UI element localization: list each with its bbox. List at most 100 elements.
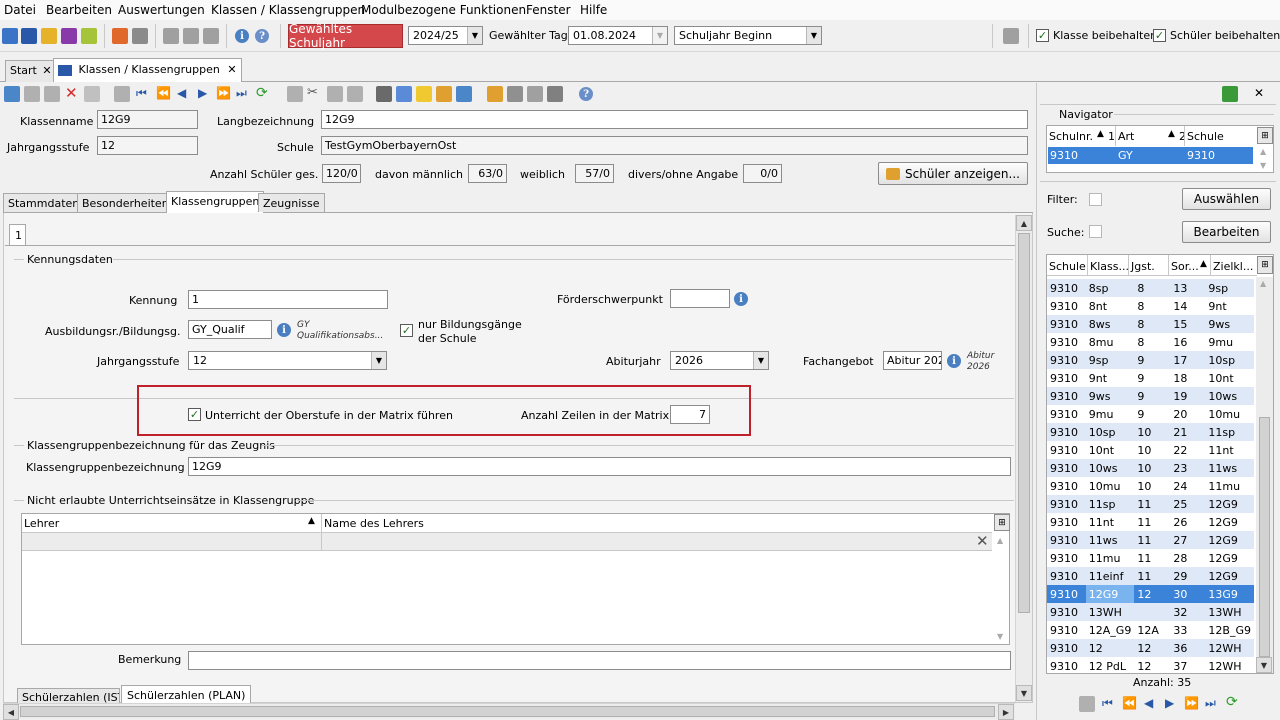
list-item[interactable]: 9310 9sp 9 17 10sp xyxy=(1047,351,1254,369)
menu-modulbezogene[interactable]: Modulbezogene Funktionen xyxy=(361,3,526,17)
col-lehrer[interactable]: Lehrer xyxy=(24,517,59,530)
zeugnis-field[interactable]: 12G9 xyxy=(188,457,1011,476)
help-icon[interactable]: ? xyxy=(579,87,593,101)
list-item[interactable]: 9310 11sp 11 25 12G9 xyxy=(1047,495,1254,513)
users-icon[interactable] xyxy=(487,86,503,102)
document-icon[interactable] xyxy=(132,28,148,44)
close-icon[interactable]: ✕ xyxy=(1254,86,1264,100)
note-icon[interactable] xyxy=(81,28,97,44)
list-item[interactable]: 9310 12A_G9 12A 33 12B_G9 xyxy=(1047,621,1254,639)
column-chooser-icon[interactable]: ⊞ xyxy=(1257,127,1273,144)
scroll-down-icon[interactable]: ▼ xyxy=(997,632,1003,641)
main-horizontal-scrollbar[interactable]: ◀ ▶ xyxy=(3,703,1015,720)
list-item[interactable]: 9310 11ws 11 27 12G9 xyxy=(1047,531,1254,549)
info-icon[interactable]: i xyxy=(277,323,291,337)
lightning-icon[interactable] xyxy=(203,28,219,44)
chevron-down-icon[interactable]: ▼ xyxy=(806,27,821,44)
list-item[interactable]: 9310 12 12 36 12WH xyxy=(1047,639,1254,657)
tab-stammdaten[interactable]: Stammdaten xyxy=(3,193,85,212)
tab-klassengruppen[interactable]: Klassengruppen xyxy=(166,191,265,213)
menu-bearbeiten[interactable]: Bearbeiten xyxy=(46,3,112,17)
info-icon[interactable]: i xyxy=(947,354,961,368)
cut-icon[interactable]: ✂ xyxy=(307,85,318,100)
list-item[interactable]: 9310 12G9 12 30 13G9 xyxy=(1047,585,1254,603)
list-item[interactable]: 9310 8ws 8 15 9ws xyxy=(1047,315,1254,333)
next-page-icon[interactable]: ⏩ xyxy=(216,86,231,100)
attachment-icon[interactable] xyxy=(527,86,543,102)
user-icon[interactable] xyxy=(507,86,523,102)
tab-besonderheiten[interactable]: Besonderheiten xyxy=(77,193,174,212)
tab-start[interactable]: Start ✕ xyxy=(5,60,57,82)
menu-fenster[interactable]: Fenster xyxy=(526,3,571,17)
tag-combo[interactable]: 01.08.2024 ▼ xyxy=(568,26,668,45)
prev-icon[interactable]: ◀ xyxy=(177,86,186,100)
prev-page-icon[interactable]: ⏪ xyxy=(1122,696,1137,710)
klasse-beibehalten-checkbox[interactable]: ✓ xyxy=(1036,29,1049,42)
filter-checkbox[interactable] xyxy=(1089,193,1102,206)
list-item[interactable]: 9310 8mu 8 16 9mu xyxy=(1047,333,1254,351)
menu-datei[interactable]: Datei xyxy=(4,3,36,17)
paste-icon[interactable] xyxy=(347,86,363,102)
chevron-down-icon[interactable]: ▼ xyxy=(753,352,768,369)
zeilen-field[interactable]: 7 xyxy=(670,405,710,424)
scroll-up-icon[interactable]: ▲ xyxy=(1260,279,1266,288)
col-list-zielklasse[interactable]: Zielkl... xyxy=(1213,260,1253,273)
lightbulb-icon[interactable] xyxy=(416,86,432,102)
col-list-klasse[interactable]: Klass... xyxy=(1090,260,1129,273)
tab-klassen[interactable]: Klassen / Klassengruppen ✕ xyxy=(53,58,242,82)
schueler-beibehalten-checkbox[interactable]: ✓ xyxy=(1153,29,1166,42)
fachangebot-field[interactable]: Abitur 202 xyxy=(883,351,942,370)
schule-row-selected[interactable]: 9310 GY 9310 xyxy=(1048,147,1253,164)
prev-page-icon[interactable]: ⏪ xyxy=(156,86,171,100)
close-icon[interactable]: ✕ xyxy=(42,64,51,77)
class-icon[interactable] xyxy=(21,28,37,44)
schuljahr-button[interactable]: Gewähltes Schuljahr xyxy=(288,22,403,50)
auswaehlen-button[interactable]: Auswählen xyxy=(1182,188,1271,210)
stop-icon[interactable] xyxy=(547,86,563,102)
tab-zeugnisse[interactable]: Zeugnisse xyxy=(258,193,325,212)
menu-auswertungen[interactable]: Auswertungen xyxy=(118,3,205,17)
print-icon[interactable] xyxy=(376,86,392,102)
new-icon[interactable] xyxy=(4,86,20,102)
list-item[interactable]: 9310 10mu 10 24 11mu xyxy=(1047,477,1254,495)
list-item[interactable]: 9310 10sp 10 21 11sp xyxy=(1047,423,1254,441)
refresh-icon[interactable] xyxy=(84,86,100,102)
back-icon[interactable] xyxy=(287,86,303,102)
calendar-icon[interactable] xyxy=(112,28,128,44)
info-icon[interactable]: i xyxy=(734,292,748,306)
abitur-combo[interactable]: 2026 ▼ xyxy=(670,351,769,370)
sync-icon[interactable] xyxy=(1222,86,1238,102)
delete-icon[interactable]: ✕ xyxy=(65,84,78,102)
list-item[interactable]: 9310 10nt 10 22 11nt xyxy=(1047,441,1254,459)
clock-icon[interactable] xyxy=(456,86,472,102)
scroll-up-icon[interactable]: ▲ xyxy=(997,536,1003,545)
lehrer-filter-row[interactable] xyxy=(22,533,992,551)
column-chooser-icon[interactable]: ⊞ xyxy=(994,514,1010,531)
bearbeiten-button[interactable]: Bearbeiten xyxy=(1182,221,1271,243)
reload-icon[interactable]: ⟳ xyxy=(256,85,268,101)
close-icon[interactable]: ✕ xyxy=(227,63,236,76)
first-icon[interactable]: ⏮ xyxy=(1102,696,1113,711)
scroll-thumb[interactable] xyxy=(1018,233,1030,613)
help-icon[interactable]: ? xyxy=(255,29,269,43)
kennung-field[interactable]: 1 xyxy=(188,290,388,309)
next-icon[interactable]: ▶ xyxy=(198,86,207,100)
bemerkung-field[interactable] xyxy=(188,651,1011,670)
scroll-down-icon[interactable]: ▼ xyxy=(1260,161,1266,170)
scroll-thumb[interactable] xyxy=(20,706,995,717)
chevron-down-icon[interactable]: ▼ xyxy=(371,352,386,369)
col-list-sort[interactable]: Sor... xyxy=(1171,260,1199,273)
next-icon[interactable]: ▶ xyxy=(1165,696,1174,710)
scroll-thumb[interactable] xyxy=(1259,417,1270,657)
prev-icon[interactable]: ◀ xyxy=(1144,696,1153,710)
copy-icon[interactable] xyxy=(327,86,343,102)
scroll-down-icon[interactable]: ▼ xyxy=(1256,657,1272,673)
list-item[interactable]: 9310 13WH 32 13WH xyxy=(1047,603,1254,621)
nur-bildung-checkbox[interactable]: ✓ xyxy=(400,324,413,337)
list-item[interactable]: 9310 10ws 10 23 11ws xyxy=(1047,459,1254,477)
list-item[interactable]: 9310 8sp 8 13 9sp xyxy=(1047,279,1254,297)
group-icon[interactable] xyxy=(41,28,57,44)
first-icon[interactable]: ⏮ xyxy=(136,86,147,101)
list-item[interactable]: 9310 9nt 9 18 10nt xyxy=(1047,369,1254,387)
langbezeichnung-field[interactable]: 12G9 xyxy=(321,110,1028,129)
